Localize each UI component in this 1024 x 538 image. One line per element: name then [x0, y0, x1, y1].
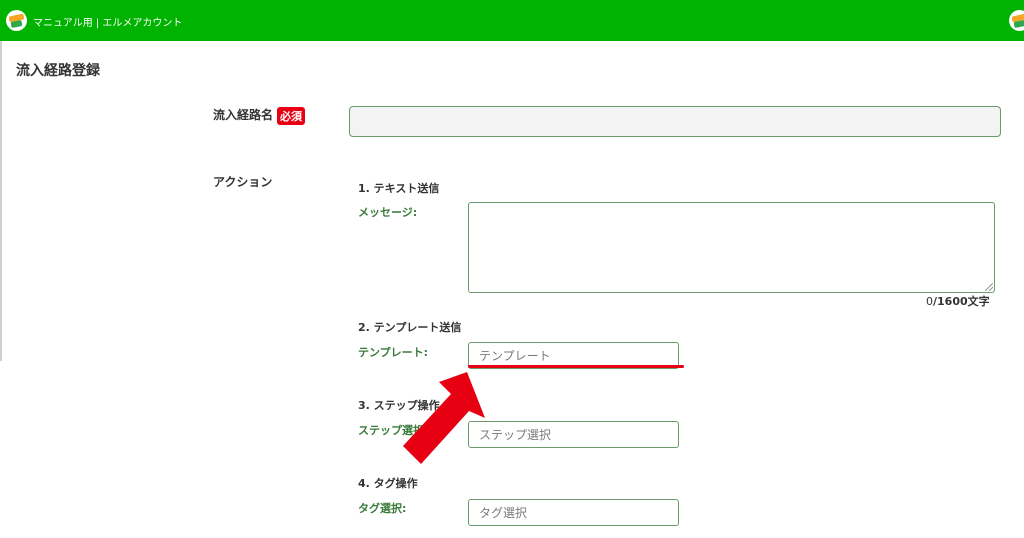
section-text-title: 1. テキスト送信: [358, 182, 440, 195]
lmessage-logo-icon-right[interactable]: [1009, 10, 1024, 31]
section-template-title: 2. テンプレート送信: [358, 321, 462, 334]
section-tag-title: 4. タグ操作: [358, 477, 418, 490]
counter-current: 0: [926, 295, 933, 308]
character-counter: 0/1600文字: [926, 293, 990, 309]
template-label: テンプレート:: [358, 346, 429, 359]
route-name-input[interactable]: [349, 106, 1001, 137]
tag-label: タグ選択:: [358, 502, 407, 515]
resize-grip-icon[interactable]: [985, 283, 993, 291]
lmessage-logo-icon[interactable]: [6, 10, 27, 31]
counter-suffix: /1600文字: [933, 295, 990, 308]
red-arrow-icon: [403, 372, 485, 464]
account-name[interactable]: マニュアル用 | エルメアカウント: [33, 14, 182, 29]
route-name-label: 流入経路名 必須: [213, 106, 306, 125]
top-bar: マニュアル用 | エルメアカウント: [0, 0, 1024, 41]
message-label: メッセージ:: [358, 206, 418, 219]
action-label: アクション: [213, 175, 273, 189]
route-name-label-text: 流入経路名: [213, 108, 274, 122]
required-badge: 必須: [277, 106, 306, 125]
page-title: 流入経路登録: [16, 63, 100, 79]
tag-select[interactable]: [468, 499, 679, 526]
message-textarea[interactable]: [468, 202, 995, 293]
sidebar-divider: [0, 41, 2, 361]
